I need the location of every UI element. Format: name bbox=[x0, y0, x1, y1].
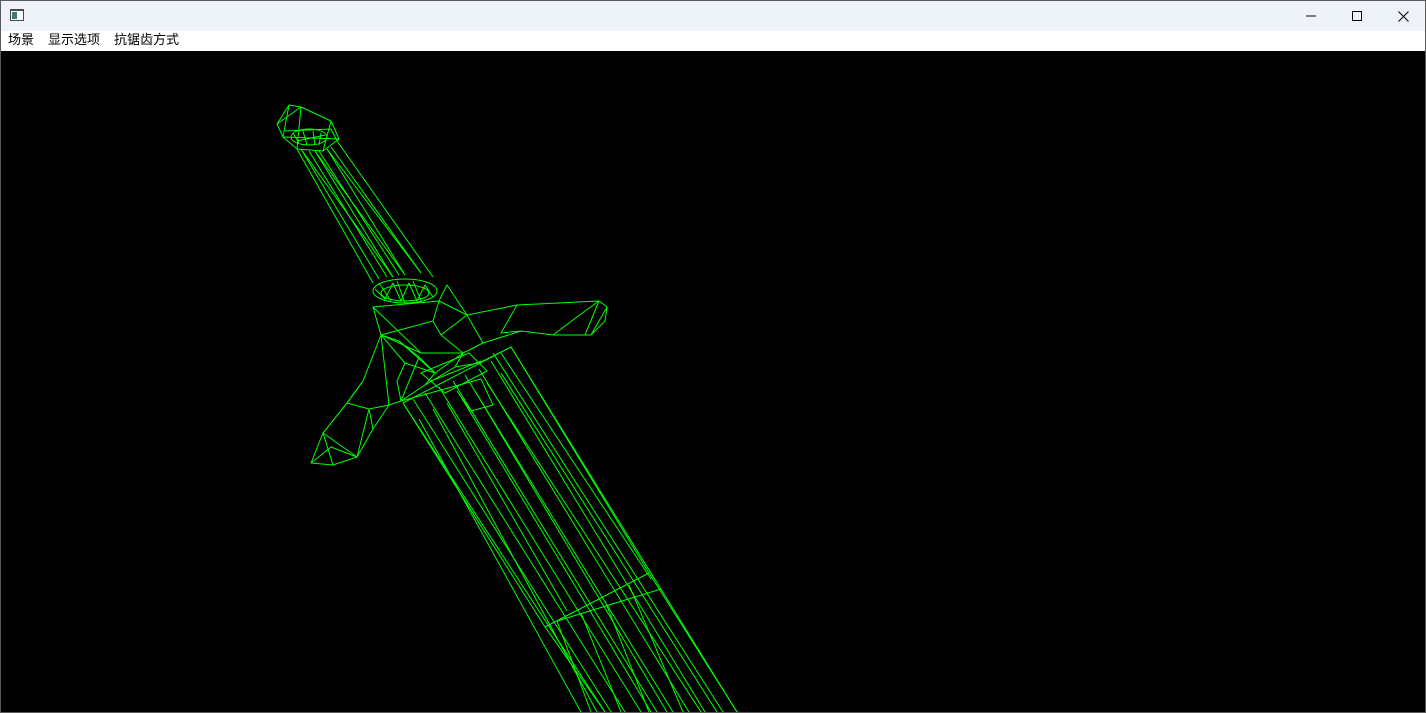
app-window: 场景 显示选项 抗锯齿方式 bbox=[0, 0, 1426, 713]
minimize-button[interactable] bbox=[1288, 1, 1334, 31]
wireframe-sword bbox=[276, 104, 738, 712]
menu-bar: 场景 显示选项 抗锯齿方式 bbox=[1, 31, 1425, 51]
sword-crossguard-right bbox=[372, 284, 608, 354]
sword-crossguard-left bbox=[310, 334, 402, 466]
maximize-icon bbox=[1352, 11, 1362, 21]
minimize-icon bbox=[1306, 15, 1316, 17]
sword-pommel bbox=[276, 104, 340, 152]
title-bar[interactable] bbox=[1, 1, 1425, 31]
close-icon bbox=[1397, 10, 1409, 22]
menu-antialiasing[interactable]: 抗锯齿方式 bbox=[107, 31, 186, 51]
render-viewport[interactable] bbox=[1, 51, 1425, 712]
maximize-button[interactable] bbox=[1334, 1, 1380, 31]
sword-blade bbox=[402, 346, 738, 712]
menu-display-options[interactable]: 显示选项 bbox=[41, 31, 107, 51]
close-button[interactable] bbox=[1380, 1, 1425, 31]
menu-scene[interactable]: 场景 bbox=[1, 31, 41, 51]
window-app-icon[interactable] bbox=[10, 9, 24, 21]
